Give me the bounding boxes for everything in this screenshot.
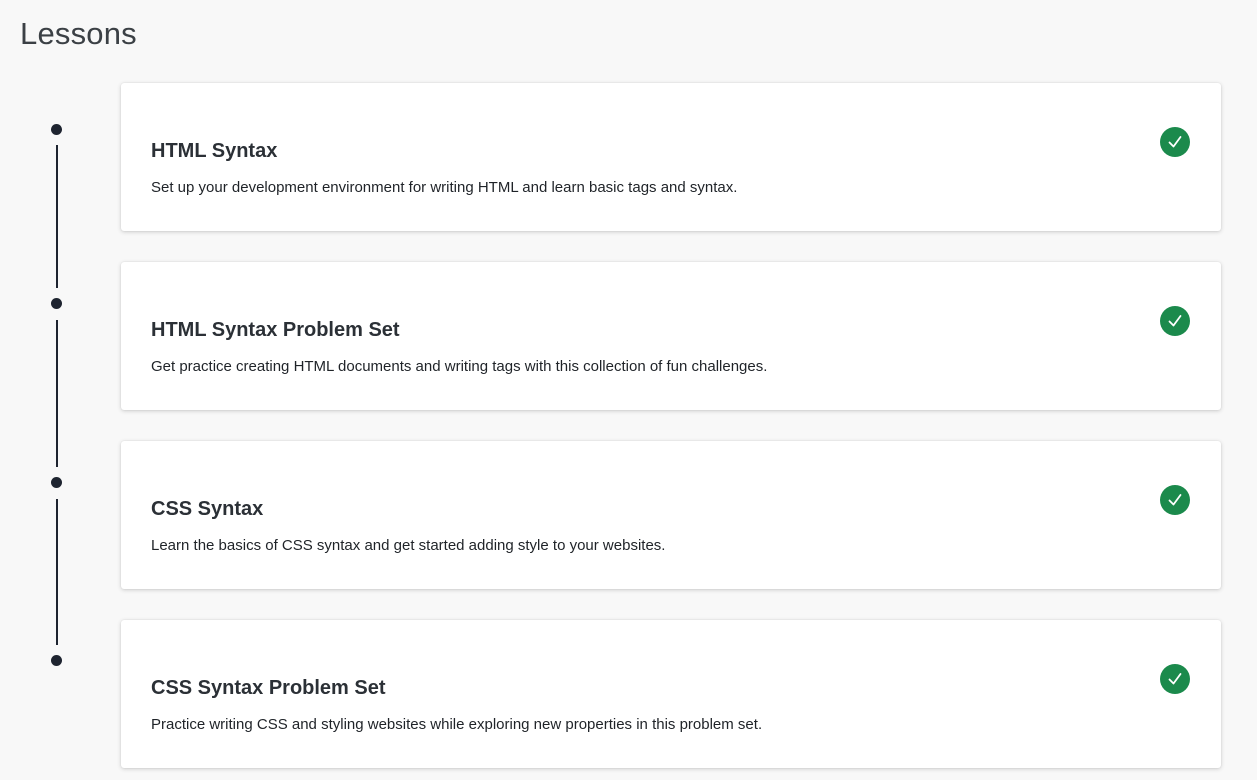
page-title: Lessons: [20, 16, 137, 51]
timeline-dot: [51, 477, 62, 488]
timeline-connector: [56, 499, 58, 645]
lesson-title: CSS Syntax Problem Set: [151, 677, 386, 699]
check-circle-icon: [1160, 127, 1190, 157]
timeline-dot: [51, 655, 62, 666]
lesson-title: HTML Syntax Problem Set: [151, 319, 400, 341]
timeline-connector: [56, 320, 58, 467]
lesson-description: Set up your development environment for …: [151, 179, 738, 196]
lesson-description: Practice writing CSS and styling website…: [151, 716, 763, 733]
lesson-card-html-syntax-problem-set[interactable]: HTML Syntax Problem Set Get practice cre…: [121, 262, 1221, 410]
lessons-page: Lessons HTML Syntax Set up your developm…: [0, 0, 1257, 780]
check-circle-icon: [1160, 664, 1190, 694]
lesson-card-html-syntax[interactable]: HTML Syntax Set up your development envi…: [121, 83, 1221, 231]
timeline-connector: [56, 145, 58, 288]
lesson-list: HTML Syntax Set up your development envi…: [121, 83, 1221, 780]
timeline-dot: [51, 298, 62, 309]
lesson-timeline: [50, 0, 64, 780]
lesson-title: HTML Syntax: [151, 140, 278, 162]
timeline-dot: [51, 124, 62, 135]
check-circle-icon: [1160, 306, 1190, 336]
check-circle-icon: [1160, 485, 1190, 515]
lesson-card-css-syntax-problem-set[interactable]: CSS Syntax Problem Set Practice writing …: [121, 620, 1221, 768]
lesson-card-css-syntax[interactable]: CSS Syntax Learn the basics of CSS synta…: [121, 441, 1221, 589]
lesson-description: Get practice creating HTML documents and…: [151, 358, 768, 375]
lesson-description: Learn the basics of CSS syntax and get s…: [151, 537, 666, 554]
lesson-title: CSS Syntax: [151, 498, 264, 520]
